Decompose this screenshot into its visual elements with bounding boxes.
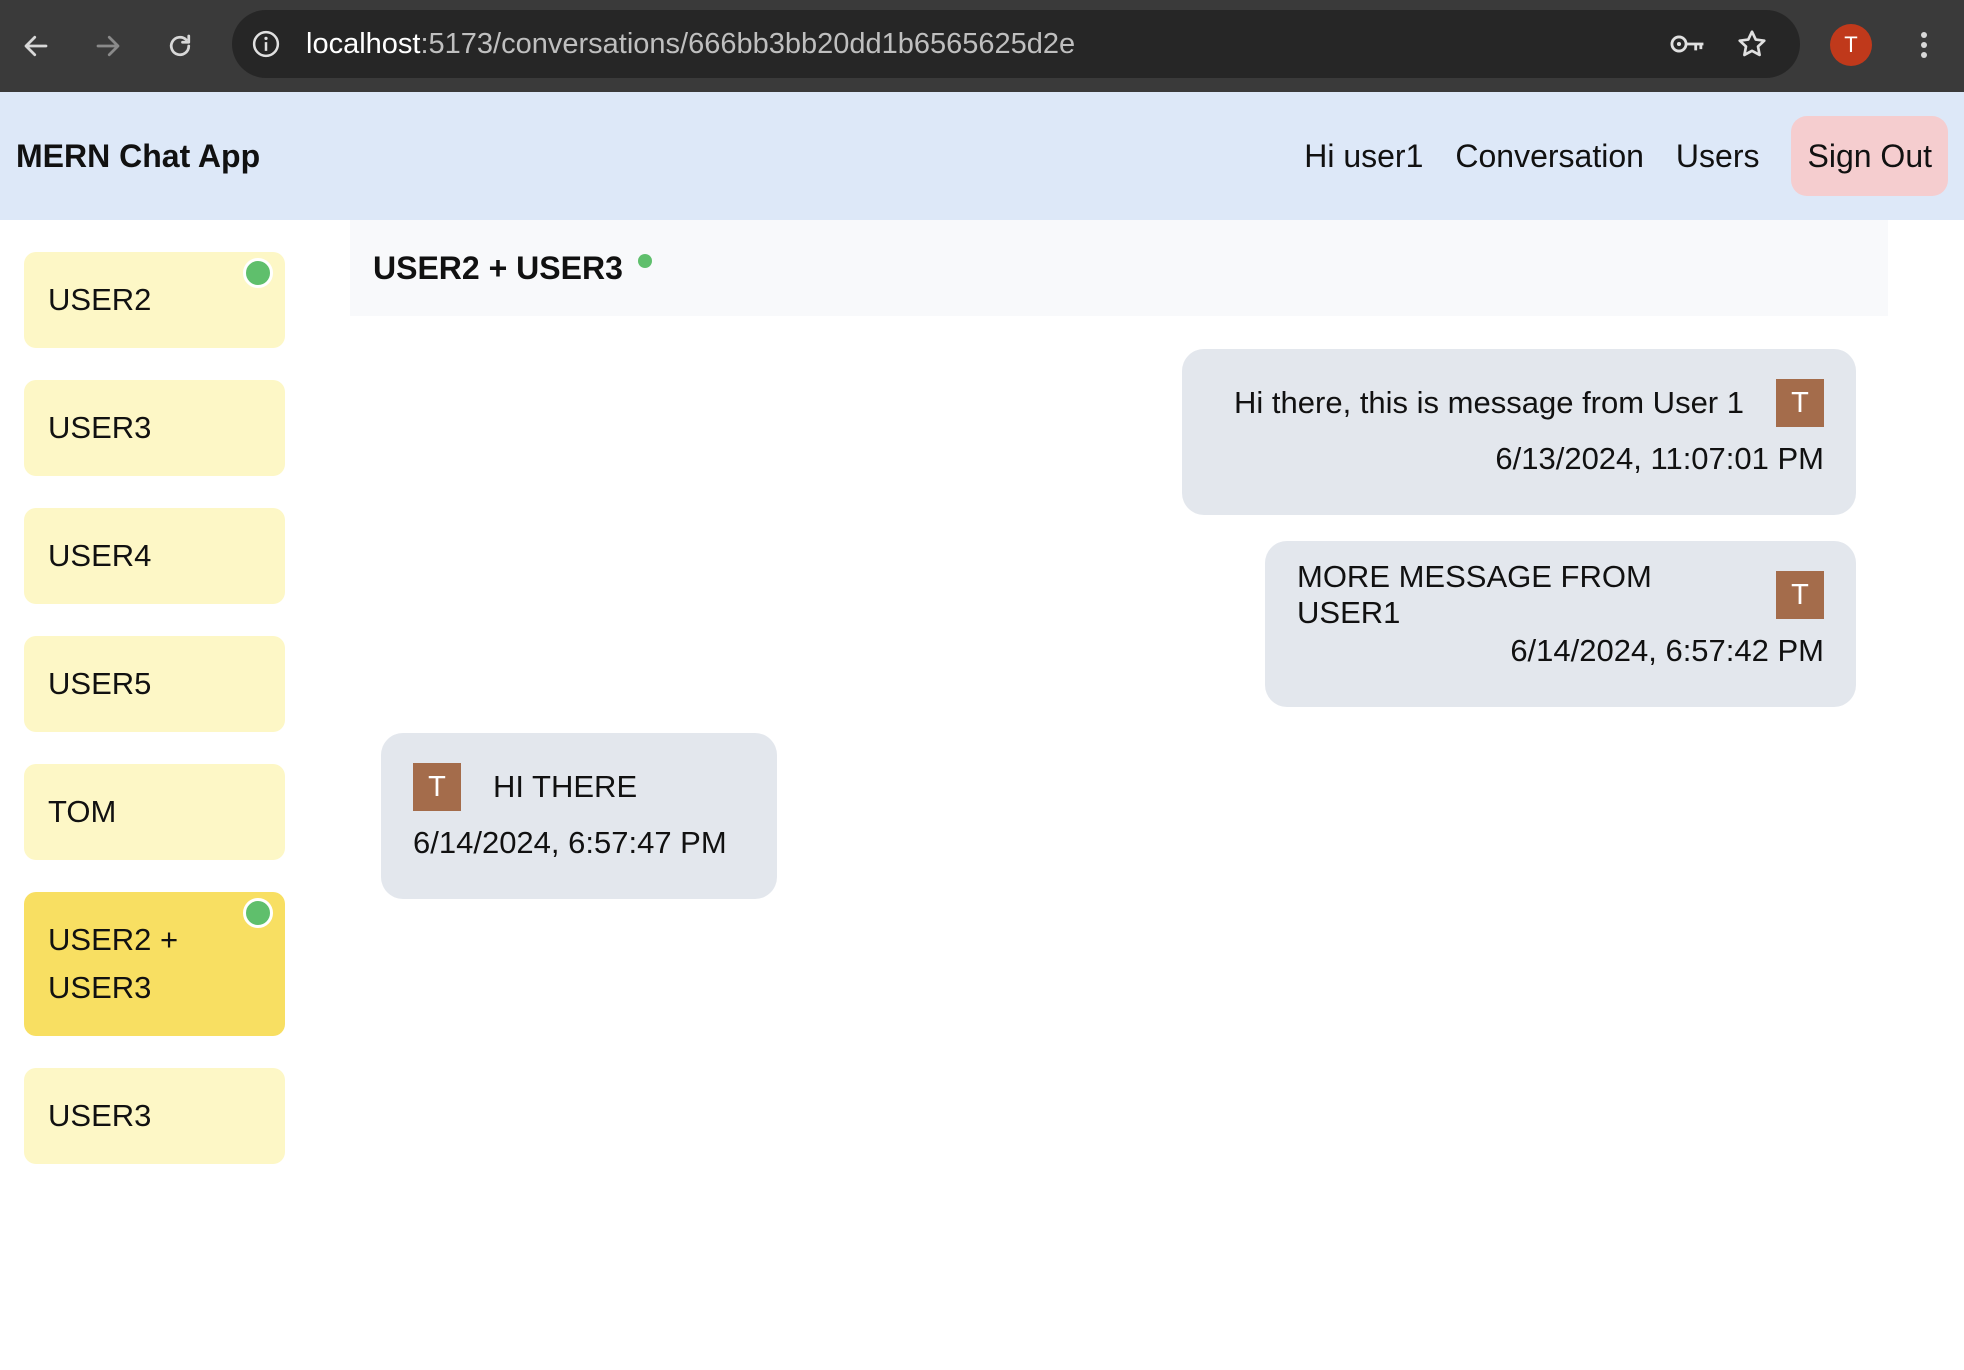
profile-avatar[interactable]: T (1830, 24, 1872, 66)
reload-button[interactable] (152, 18, 208, 74)
conversation-label: USER2 (48, 282, 152, 317)
reload-icon (169, 34, 191, 57)
conversation-item-user3[interactable]: USER3 (24, 380, 285, 476)
message-bubble: Hi there, this is message from User 1 T … (1182, 349, 1856, 515)
conversation-label: USER5 (48, 666, 152, 701)
online-indicator (243, 898, 273, 928)
conversation-item-tom[interactable]: TOM (24, 764, 285, 860)
back-button[interactable] (8, 18, 64, 74)
conversation-item-user3-second[interactable]: USER3 (24, 1068, 285, 1164)
online-indicator (243, 258, 273, 288)
conversation-item-user5[interactable]: USER5 (24, 636, 285, 732)
users-link[interactable]: Users (1660, 116, 1776, 196)
greeting-link[interactable]: Hi user1 (1288, 116, 1439, 196)
conversation-label: USER4 (48, 538, 152, 573)
avatar: T (413, 763, 461, 811)
chat-header: USER2 + USER3 (350, 220, 1888, 316)
kebab-menu-icon[interactable] (1906, 20, 1942, 70)
nav-links: Hi user1 Conversation Users Sign Out (1288, 116, 1948, 196)
address-bar[interactable]: localhost:5173/conversations/666bb3bb20d… (232, 10, 1800, 78)
message-timestamp: 6/13/2024, 11:07:01 PM (1495, 441, 1824, 476)
conversation-label: USER3 (48, 410, 152, 445)
conversation-link[interactable]: Conversation (1439, 116, 1660, 196)
info-icon[interactable] (248, 26, 284, 62)
conversation-item-user2[interactable]: USER2 (24, 252, 285, 348)
message-bubble: T HI THERE 6/14/2024, 6:57:47 PM (381, 733, 777, 899)
conversation-label: TOM (48, 794, 117, 829)
brand-logo[interactable]: MERN Chat App (16, 92, 260, 220)
message-text: MORE MESSAGE FROM USER1 (1297, 559, 1652, 630)
browser-toolbar: localhost:5173/conversations/666bb3bb20d… (0, 0, 1964, 92)
online-indicator (638, 254, 652, 268)
url-path: :5173/conversations/666bb3bb20dd1b656562… (420, 28, 1076, 60)
message-bubble: MORE MESSAGE FROM USER1 T 6/14/2024, 6:5… (1265, 541, 1856, 707)
message-timestamp: 6/14/2024, 6:57:42 PM (1510, 633, 1824, 668)
conversation-label: USER2 + USER3 (48, 922, 179, 1005)
forward-button[interactable] (80, 18, 136, 74)
forward-arrow-icon (96, 35, 120, 57)
avatar: T (1776, 379, 1824, 427)
chat-title: USER2 + USER3 (373, 250, 623, 286)
conversation-item-user2-user3[interactable]: USER2 + USER3 (24, 892, 285, 1036)
conversation-label: USER3 (48, 1098, 152, 1133)
app-navbar: MERN Chat App Hi user1 Conversation User… (0, 92, 1964, 220)
url-text[interactable]: localhost:5173/conversations/666bb3bb20d… (306, 10, 1075, 78)
conversation-list: USER2 USER3 USER4 USER5 TOM USER2 + USER… (24, 252, 285, 1196)
sign-out-button[interactable]: Sign Out (1791, 116, 1948, 196)
avatar: T (1776, 571, 1824, 619)
message-text: Hi there, this is message from User 1 (1234, 385, 1744, 420)
message-text: HI THERE (493, 769, 638, 804)
conversation-item-user4[interactable]: USER4 (24, 508, 285, 604)
star-icon[interactable] (1732, 24, 1772, 64)
url-host: localhost (306, 28, 421, 60)
key-icon[interactable] (1668, 24, 1708, 64)
message-timestamp: 6/14/2024, 6:57:47 PM (413, 825, 727, 860)
back-arrow-icon (24, 35, 48, 57)
